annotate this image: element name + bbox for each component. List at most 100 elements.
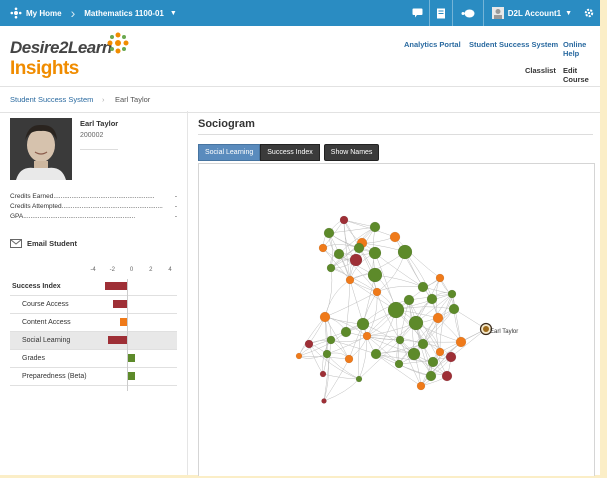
update-alerts-button[interactable] bbox=[453, 9, 483, 18]
divider bbox=[80, 149, 118, 150]
network-edge bbox=[323, 358, 350, 402]
course-selector[interactable]: Mathematics 1100-01 ▼ bbox=[84, 9, 177, 18]
stat-gpa: GPA.....................................… bbox=[10, 213, 177, 220]
success-index-row[interactable]: Success Index bbox=[10, 278, 177, 296]
student-avatar-image bbox=[10, 118, 72, 180]
axis-tick-label: 0 bbox=[129, 267, 134, 273]
student-node[interactable] bbox=[435, 273, 445, 283]
breadcrumb-chevron-icon: › bbox=[70, 5, 76, 21]
student-node[interactable] bbox=[340, 326, 352, 338]
breadcrumb-root-link[interactable]: Student Success System bbox=[10, 95, 93, 104]
row-label: Social Learning bbox=[22, 337, 71, 344]
row-label: Success Index bbox=[12, 283, 61, 290]
student-node[interactable] bbox=[370, 348, 382, 360]
student-node[interactable] bbox=[447, 289, 457, 299]
student-node[interactable] bbox=[326, 263, 336, 273]
tab-social-learning[interactable]: Social Learning bbox=[198, 144, 261, 161]
student-node[interactable] bbox=[367, 267, 383, 283]
student-node[interactable] bbox=[435, 347, 445, 357]
student-node[interactable] bbox=[349, 253, 363, 267]
sociogram-graph[interactable]: Earl Taylor bbox=[199, 164, 594, 476]
tab-success-index[interactable]: Success Index bbox=[260, 144, 320, 161]
student-node[interactable] bbox=[369, 221, 381, 233]
student-node[interactable] bbox=[387, 301, 405, 319]
message-alerts-button[interactable] bbox=[406, 8, 429, 18]
home-link[interactable]: My Home bbox=[0, 7, 62, 19]
student-node[interactable] bbox=[445, 351, 457, 363]
row-label: Preparedness (Beta) bbox=[22, 373, 87, 380]
student-node[interactable] bbox=[344, 354, 354, 364]
breadcrumb-current: Earl Taylor bbox=[115, 95, 151, 104]
edit-course-link[interactable]: Edit Course bbox=[563, 66, 600, 84]
success-index-row[interactable]: Preparedness (Beta) bbox=[10, 368, 177, 386]
student-node[interactable] bbox=[323, 227, 335, 239]
student-node[interactable] bbox=[397, 244, 413, 260]
axis-tick-label: 2 bbox=[149, 267, 153, 273]
highlighted-student-node-core bbox=[483, 326, 489, 332]
chat-bubble-icon bbox=[461, 9, 475, 17]
student-node[interactable] bbox=[326, 335, 336, 345]
success-index-row[interactable]: Social Learning bbox=[10, 332, 177, 350]
student-node[interactable] bbox=[353, 242, 365, 254]
student-node[interactable] bbox=[362, 331, 372, 341]
student-node[interactable] bbox=[339, 215, 349, 225]
student-node[interactable] bbox=[403, 294, 415, 306]
home-icon bbox=[10, 7, 22, 19]
network-edge bbox=[323, 378, 360, 402]
student-name: Earl Taylor bbox=[80, 119, 119, 128]
student-node[interactable] bbox=[355, 375, 363, 383]
student-node[interactable] bbox=[395, 335, 405, 345]
student-node[interactable] bbox=[345, 275, 355, 285]
home-label: My Home bbox=[26, 8, 62, 18]
student-node[interactable] bbox=[333, 248, 345, 260]
settings-button[interactable] bbox=[578, 8, 600, 18]
student-node[interactable] bbox=[318, 243, 328, 253]
classlist-link[interactable]: Classlist bbox=[525, 66, 556, 75]
breadcrumb-chevron-icon: › bbox=[102, 95, 105, 104]
logo-text: Desire2Learn bbox=[10, 38, 112, 57]
student-node[interactable] bbox=[408, 315, 424, 331]
student-node[interactable] bbox=[372, 287, 382, 297]
student-node[interactable] bbox=[425, 370, 437, 382]
axis-tick-label: -4 bbox=[90, 267, 96, 273]
success-index-axis: -4 -2 0 2 4 bbox=[10, 267, 177, 277]
student-node[interactable] bbox=[427, 356, 439, 368]
student-node[interactable] bbox=[455, 336, 467, 348]
student-node[interactable] bbox=[432, 312, 444, 324]
analytics-portal-link[interactable]: Analytics Portal bbox=[404, 40, 461, 49]
student-node[interactable] bbox=[394, 359, 404, 369]
student-node[interactable] bbox=[322, 349, 332, 359]
app-frame: My Home › Mathematics 1100-01 ▼ D2L Acco… bbox=[0, 0, 600, 476]
student-node[interactable] bbox=[389, 231, 401, 243]
student-node[interactable] bbox=[295, 352, 303, 360]
student-node[interactable] bbox=[321, 398, 327, 404]
account-label: D2L Account1 bbox=[507, 8, 562, 18]
student-success-system-link[interactable]: Student Success System bbox=[469, 40, 558, 49]
email-student-button[interactable]: Email Student bbox=[10, 239, 77, 248]
logo-subtitle: Insights bbox=[10, 58, 79, 79]
network-edge bbox=[324, 291, 378, 318]
student-node[interactable] bbox=[319, 370, 327, 378]
account-menu[interactable]: D2L Account1 ▼ bbox=[484, 7, 578, 19]
student-node[interactable] bbox=[417, 281, 429, 293]
sociogram-canvas[interactable]: Earl Taylor bbox=[198, 163, 595, 476]
student-node[interactable] bbox=[319, 311, 331, 323]
subscription-alerts-button[interactable] bbox=[430, 8, 452, 19]
student-node[interactable] bbox=[368, 246, 382, 260]
student-node[interactable] bbox=[417, 338, 429, 350]
student-node[interactable] bbox=[426, 293, 438, 305]
student-node[interactable] bbox=[407, 347, 421, 361]
network-edge bbox=[343, 219, 396, 238]
success-index-row[interactable]: Content Access bbox=[10, 314, 177, 332]
online-help-link[interactable]: Online Help bbox=[563, 40, 600, 58]
student-node[interactable] bbox=[448, 303, 460, 315]
student-node[interactable] bbox=[304, 339, 314, 349]
sociogram-tabs: Social Learning Success Index Show Names bbox=[198, 144, 380, 161]
student-node[interactable] bbox=[441, 370, 453, 382]
student-node[interactable] bbox=[356, 317, 370, 331]
success-index-row[interactable]: Grades bbox=[10, 350, 177, 368]
show-names-button[interactable]: Show Names bbox=[323, 144, 380, 161]
network-edge bbox=[404, 251, 433, 300]
success-index-row[interactable]: Course Access bbox=[10, 296, 177, 314]
student-node[interactable] bbox=[416, 381, 426, 391]
